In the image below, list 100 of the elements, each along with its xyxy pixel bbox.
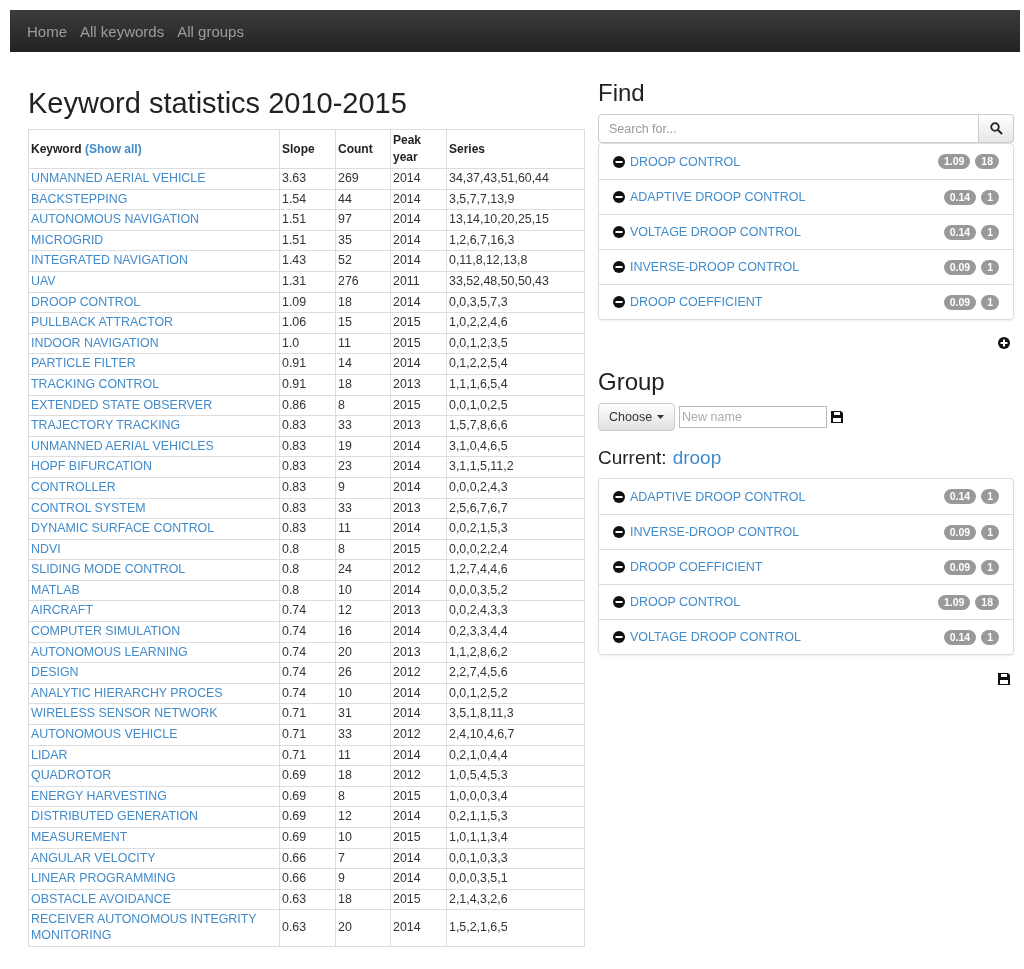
keyword-link[interactable]: DROOP COEFFICIENT [630, 560, 939, 574]
keyword-link[interactable]: WIRELESS SENSOR NETWORK [31, 706, 277, 723]
minus-circle-icon[interactable] [613, 296, 625, 308]
current-label: Current: [598, 447, 667, 469]
keyword-link[interactable]: UAV [31, 273, 277, 290]
keyword-link[interactable]: INVERSE-DROOP CONTROL [630, 525, 939, 539]
new-name-field[interactable]: New name [679, 406, 828, 428]
show-all-link[interactable]: (Show all) [85, 141, 142, 156]
keyword-link[interactable]: MEASUREMENT [31, 830, 277, 846]
save-icon[interactable] [831, 411, 844, 423]
table-cell: 11 [335, 333, 391, 354]
keyword-link[interactable]: MATLAB [31, 582, 277, 599]
table-cell: 0.91 [279, 353, 336, 375]
keyword-link[interactable]: HOPF BIFURCATION [31, 459, 277, 475]
slope-badge: 0.14 [943, 489, 977, 504]
table-cell: 11 [335, 745, 391, 766]
keyword-link[interactable]: EXTENDED STATE OBSERVER [31, 397, 277, 414]
keyword-link[interactable]: TRAJECTORY TRACKING [31, 418, 277, 434]
keyword-link[interactable]: RECEIVER AUTONOMOUS INTEGRITY MONITORING [31, 912, 277, 944]
keyword-link[interactable]: DESIGN [31, 665, 277, 681]
table-cell: 2014 [390, 909, 447, 947]
save-icon[interactable] [998, 673, 1010, 685]
keyword-link[interactable]: UNMANNED AERIAL VEHICLES [31, 438, 277, 455]
keyword-link[interactable]: CONTROLLER [31, 479, 277, 496]
keyword-link[interactable]: COMPUTER SIMULATION [31, 624, 277, 640]
minus-circle-icon[interactable] [613, 596, 625, 608]
keyword-link[interactable]: CONTROL SYSTEM [31, 500, 277, 517]
minus-circle-icon[interactable] [613, 526, 625, 538]
keyword-link[interactable]: DROOP CONTROL [630, 154, 933, 169]
minus-circle-icon[interactable] [613, 261, 625, 273]
table-cell: 2012 [390, 724, 447, 746]
keyword-link[interactable]: DYNAMIC SURFACE CONTROL [31, 521, 277, 537]
keyword-link[interactable]: INVERSE-DROOP CONTROL [630, 260, 939, 274]
plus-circle-icon[interactable] [998, 337, 1010, 349]
group-name-link[interactable]: droop [672, 447, 722, 469]
table-cell: 18 [335, 292, 391, 313]
keyword-link[interactable]: VOLTAGE DROOP CONTROL [630, 630, 939, 644]
keyword-link[interactable]: DROOP CONTROL [31, 294, 277, 311]
keyword-link[interactable]: INDOOR NAVIGATION [31, 335, 277, 352]
nav-link[interactable]: Home [27, 22, 67, 40]
keyword-link[interactable]: ANALYTIC HIERARCHY PROCES [31, 685, 277, 702]
keyword-link[interactable]: VOLTAGE DROOP CONTROL [630, 225, 939, 239]
table-cell: 2013 [390, 600, 447, 622]
keyword-link[interactable]: MICROGRID [31, 232, 277, 249]
keyword-link[interactable]: AIRCRAFT [31, 603, 277, 620]
table-cell: 0,11,8,12,13,8 [446, 250, 585, 272]
slope-badge: 0.14 [943, 629, 977, 645]
keyword-link[interactable]: SLIDING MODE CONTROL [31, 562, 277, 578]
table-cell: 2014 [390, 456, 447, 478]
table-cell: 2015 [390, 333, 447, 354]
keyword-link[interactable]: PULLBACK ATTRACTOR [31, 315, 277, 331]
page-title: Keyword statistics 2010-2015 [28, 86, 408, 120]
table-cell: 1.51 [279, 209, 336, 231]
table-cell: 2,1,4,3,2,6 [446, 889, 585, 910]
keyword-link[interactable]: DROOP COEFFICIENT [630, 295, 939, 309]
minus-circle-icon[interactable] [613, 631, 625, 643]
count-badge: 1 [981, 559, 999, 575]
nav-link[interactable]: All keywords [80, 22, 165, 40]
table-cell: 0.74 [279, 621, 336, 643]
keyword-link[interactable]: ADAPTIVE DROOP CONTROL [630, 489, 939, 504]
keyword-link[interactable]: AUTONOMOUS VEHICLE [31, 727, 277, 743]
column-title: Keyword [31, 141, 82, 156]
minus-circle-icon[interactable] [613, 155, 625, 168]
keyword-link[interactable]: QUADROTOR [31, 768, 277, 784]
search-button[interactable] [979, 114, 1014, 143]
minus-circle-icon[interactable] [613, 226, 625, 238]
minus-circle-icon[interactable] [613, 490, 625, 503]
table-cell: 52 [335, 250, 391, 272]
table-cell: 2014 [390, 353, 447, 375]
minus-circle-icon[interactable] [613, 561, 625, 573]
table-cell: 2014 [390, 848, 447, 869]
keyword-link[interactable]: NDVI [31, 541, 277, 558]
table-cell: 2014 [390, 477, 447, 498]
keyword-link[interactable]: ADAPTIVE DROOP CONTROL [630, 190, 939, 204]
minus-circle-icon[interactable] [613, 191, 625, 203]
keyword-link[interactable]: UNMANNED AERIAL VEHICLE [31, 171, 277, 187]
keyword-link[interactable]: DISTRIBUTED GENERATION [31, 809, 277, 825]
table-cell: 2011 [390, 271, 447, 293]
table-cell: 33 [335, 724, 391, 746]
keyword-link[interactable]: LIDAR [31, 747, 277, 764]
table-cell: 19 [335, 436, 391, 457]
table-cell: 0.83 [279, 415, 336, 437]
keyword-link[interactable]: OBSTACLE AVOIDANCE [31, 891, 277, 908]
table-cell: 2012 [390, 662, 447, 684]
table-cell: 1,5,7,8,6,6 [446, 415, 585, 437]
keyword-link[interactable]: TRACKING CONTROL [31, 376, 277, 393]
keyword-link[interactable]: BACKSTEPPING [31, 191, 277, 208]
table-cell: 1,0,1,1,3,4 [446, 827, 585, 849]
nav-link[interactable]: All groups [177, 22, 244, 40]
table-cell: 0.83 [279, 498, 336, 519]
keyword-link[interactable]: AUTONOMOUS LEARNING [31, 644, 277, 661]
keyword-link[interactable]: DROOP CONTROL [630, 595, 933, 609]
keyword-link[interactable]: LINEAR PROGRAMMING [31, 871, 277, 887]
keyword-link[interactable]: ANGULAR VELOCITY [31, 850, 277, 867]
keyword-link[interactable]: AUTONOMOUS NAVIGATION [31, 212, 277, 228]
keyword-link[interactable]: PARTICLE FILTER [31, 356, 277, 372]
keyword-link[interactable]: INTEGRATED NAVIGATION [31, 253, 277, 269]
search-field[interactable]: Search for... [598, 114, 979, 143]
keyword-link[interactable]: ENERGY HARVESTING [31, 788, 277, 805]
choose-dropdown[interactable]: Choose [598, 403, 676, 431]
